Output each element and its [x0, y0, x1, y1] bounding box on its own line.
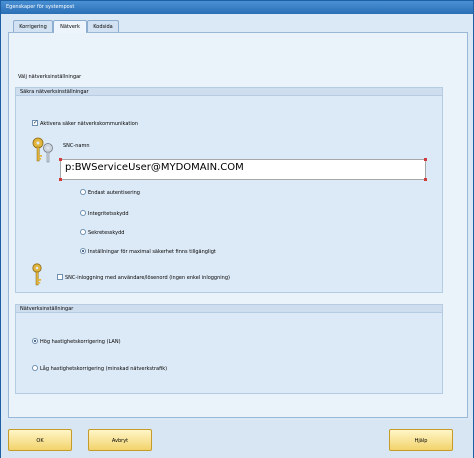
enable-snc-label: Aktivera säker nätverkskommunikation: [40, 121, 138, 127]
tab-korrigering[interactable]: Korrigering: [13, 20, 53, 32]
resize-handle-br: [424, 178, 427, 181]
tab-kodsida[interactable]: Kodsida: [87, 20, 119, 32]
radio-max-security-label: Inställningar för maximal säkerhet finns…: [88, 249, 216, 255]
properties-window: Egenskaper för systempost Korrigering Nä…: [0, 0, 474, 458]
radio-max-security[interactable]: [80, 248, 86, 254]
radio-low-speed[interactable]: [32, 365, 38, 371]
secure-network-group-title: Säkra nätverksinställningar: [16, 88, 442, 96]
cancel-button[interactable]: Avbryt: [88, 429, 152, 451]
radio-high-speed-label: Hög hastighetskorrigering (LAN): [40, 339, 121, 345]
radio-integrity[interactable]: [80, 210, 86, 216]
keys-icon: [32, 137, 53, 163]
radio-privacy-label: Sekretesskydd: [88, 230, 125, 236]
snc-name-label: SNC-namn: [63, 143, 90, 149]
radio-privacy[interactable]: [80, 229, 86, 235]
radio-auth-only[interactable]: [80, 189, 86, 195]
tab-natverk[interactable]: Nätverk: [53, 20, 87, 33]
window-title: Egenskaper för systempost: [1, 1, 473, 14]
radio-integrity-label: Integritetsskydd: [88, 211, 129, 217]
resize-handle-tr: [424, 158, 427, 161]
resize-handle-tl: [59, 158, 62, 161]
radio-low-speed-label: Låg hastighetskorrigering (minskad nätve…: [40, 366, 168, 372]
network-settings-group-title: Nätverksinställningar: [16, 305, 442, 313]
snc-logon-label: SNC-inloggning med användare/lösenord (i…: [65, 275, 230, 281]
snc-name-input[interactable]: p:BWServiceUser@MYDOMAIN.COM: [60, 159, 426, 180]
help-button[interactable]: Hjälp: [389, 429, 453, 451]
radio-auth-only-label: Endast autentisering: [88, 190, 140, 196]
enable-snc-checkbox[interactable]: [32, 119, 38, 126]
radio-high-speed[interactable]: [32, 338, 38, 344]
resize-handle-bl: [59, 178, 62, 181]
ok-button[interactable]: OK: [8, 429, 72, 451]
snc-logon-checkbox[interactable]: [57, 274, 63, 280]
network-prompt: Välj nätverksinställningar: [18, 74, 82, 80]
key-icon: [32, 263, 42, 286]
network-settings-group: Nätverksinställningar: [15, 304, 443, 394]
